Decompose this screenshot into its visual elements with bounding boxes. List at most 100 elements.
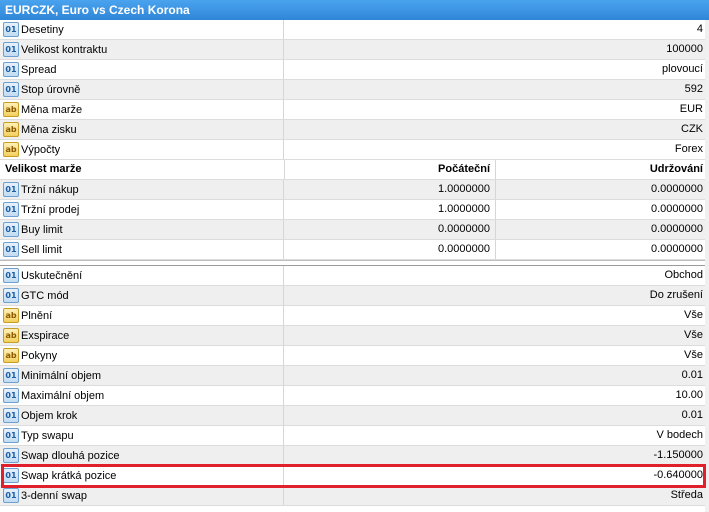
margin-row-buy-limit[interactable]: 01 Buy limit 0.0000000 0.0000000	[0, 220, 709, 240]
margin-initial-value: 1.0000000	[284, 200, 496, 219]
margin-initial-value: 1.0000000	[284, 180, 496, 199]
number-type-icon: 01	[3, 242, 19, 257]
margin-maintenance-value: 0.0000000	[651, 223, 703, 235]
property-value: -0.640000	[653, 469, 703, 481]
property-row-swap-short[interactable]: 01 Swap krátká pozice -0.640000	[0, 466, 709, 486]
property-row-filling[interactable]: ab Plnění Vše	[0, 306, 709, 326]
property-label: Spread	[21, 63, 57, 76]
number-type-icon: 01	[3, 268, 19, 283]
margin-row-sell-limit[interactable]: 01 Sell limit 0.0000000 0.0000000	[0, 240, 709, 260]
properties-grid-top: 01 Desetiny 4 01 Velikost kontraktu 100000…	[0, 20, 709, 260]
property-label: Výpočty	[21, 143, 61, 156]
property-label: Exspirace	[21, 329, 70, 342]
margin-row-label: Sell limit	[21, 243, 62, 256]
property-label: Plnění	[21, 309, 53, 322]
window-title: EURCZK, Euro vs Czech Korona	[0, 0, 709, 20]
property-row-triple-swap[interactable]: 01 3-denní swap Středa	[0, 486, 709, 506]
number-type-icon: 01	[3, 22, 19, 37]
margin-maintenance-value: 0.0000000	[651, 203, 703, 215]
property-value: Vše	[684, 349, 703, 361]
number-type-icon: 01	[3, 448, 19, 463]
property-label: Swap dlouhá pozice	[21, 449, 120, 462]
margin-table-header: Velikost marže Počáteční Udržování	[0, 160, 709, 180]
property-row-gtc-mode[interactable]: 01 GTC mód Do zrušení	[0, 286, 709, 306]
property-row-min-volume[interactable]: 01 Minimální objem 0.01	[0, 366, 709, 386]
margin-row-label: Tržní nákup	[21, 183, 79, 196]
property-row-stop-levels[interactable]: 01 Stop úrovně 592	[0, 80, 709, 100]
property-value: Středa	[670, 489, 703, 501]
property-value: 100000	[666, 43, 703, 55]
property-value: EUR	[679, 103, 703, 115]
margin-header-name: Velikost marže	[5, 163, 82, 175]
property-value: 592	[684, 83, 703, 95]
property-value: 0.01	[681, 409, 703, 421]
scrollbar[interactable]	[705, 20, 709, 512]
property-value: CZK	[681, 123, 703, 135]
margin-header-maintenance: Udržování	[649, 163, 703, 175]
property-row-contract-size[interactable]: 01 Velikost kontraktu 100000	[0, 40, 709, 60]
margin-header-initial: Počáteční	[284, 160, 496, 179]
number-type-icon: 01	[3, 388, 19, 403]
margin-maintenance-value: 0.0000000	[651, 183, 703, 195]
property-row-calculations[interactable]: ab Výpočty Forex	[0, 140, 709, 160]
margin-maintenance-value: 0.0000000	[651, 243, 703, 255]
property-value: 10.00	[675, 389, 703, 401]
property-value: V bodech	[656, 429, 703, 441]
property-value: -1.150000	[653, 449, 703, 461]
margin-initial-value: 0.0000000	[284, 240, 496, 259]
property-value: Vše	[684, 309, 703, 321]
property-label: Objem krok	[21, 409, 78, 422]
margin-initial-value: 0.0000000	[284, 220, 496, 239]
text-type-icon: ab	[3, 122, 19, 137]
property-label: GTC mód	[21, 289, 69, 302]
property-row-spread[interactable]: 01 Spread plovoucí	[0, 60, 709, 80]
number-type-icon: 01	[3, 468, 19, 483]
number-type-icon: 01	[3, 82, 19, 97]
property-row-orders[interactable]: ab Pokyny Vše	[0, 346, 709, 366]
number-type-icon: 01	[3, 288, 19, 303]
property-label: Desetiny	[21, 23, 64, 36]
property-label: Velikost kontraktu	[21, 43, 108, 56]
margin-row-market-buy[interactable]: 01 Tržní nákup 1.0000000 0.0000000	[0, 180, 709, 200]
property-label: Stop úrovně	[21, 83, 81, 96]
number-type-icon: 01	[3, 182, 19, 197]
number-type-icon: 01	[3, 222, 19, 237]
property-row-volume-step[interactable]: 01 Objem krok 0.01	[0, 406, 709, 426]
property-row-execution[interactable]: 01 Uskutečnění Obchod	[0, 266, 709, 286]
property-value: plovoucí	[662, 63, 703, 75]
property-label: Měna marže	[21, 103, 83, 116]
property-value: 0.01	[681, 369, 703, 381]
property-value: Forex	[674, 143, 703, 155]
property-label: Měna zisku	[21, 123, 77, 136]
property-label: Minimální objem	[21, 369, 102, 382]
property-value: Vše	[684, 329, 703, 341]
number-type-icon: 01	[3, 42, 19, 57]
number-type-icon: 01	[3, 62, 19, 77]
number-type-icon: 01	[3, 408, 19, 423]
property-label: Swap krátká pozice	[21, 469, 117, 482]
property-row-max-volume[interactable]: 01 Maximální objem 10.00	[0, 386, 709, 406]
margin-row-label: Tržní prodej	[21, 203, 80, 216]
property-value: Obchod	[664, 269, 703, 281]
number-type-icon: 01	[3, 428, 19, 443]
margin-row-label: Buy limit	[21, 223, 63, 236]
number-type-icon: 01	[3, 488, 19, 503]
text-type-icon: ab	[3, 348, 19, 363]
property-row-margin-currency[interactable]: ab Měna marže EUR	[0, 100, 709, 120]
property-row-swap-type[interactable]: 01 Typ swapu V bodech	[0, 426, 709, 446]
margin-row-market-sell[interactable]: 01 Tržní prodej 1.0000000 0.0000000	[0, 200, 709, 220]
property-row-digits[interactable]: 01 Desetiny 4	[0, 20, 709, 40]
text-type-icon: ab	[3, 308, 19, 323]
property-row-swap-long[interactable]: 01 Swap dlouhá pozice -1.150000	[0, 446, 709, 466]
text-type-icon: ab	[3, 328, 19, 343]
property-label: Pokyny	[21, 349, 58, 362]
property-label: Typ swapu	[21, 429, 74, 442]
text-type-icon: ab	[3, 102, 19, 117]
property-value: Do zrušení	[649, 289, 703, 301]
property-value: 4	[696, 23, 703, 35]
number-type-icon: 01	[3, 202, 19, 217]
property-row-profit-currency[interactable]: ab Měna zisku CZK	[0, 120, 709, 140]
properties-grid-bottom: 01 Uskutečnění Obchod 01 GTC mód Do zrušen…	[0, 266, 709, 506]
property-label: Maximální objem	[21, 389, 105, 402]
property-row-expiration[interactable]: ab Exspirace Vše	[0, 326, 709, 346]
